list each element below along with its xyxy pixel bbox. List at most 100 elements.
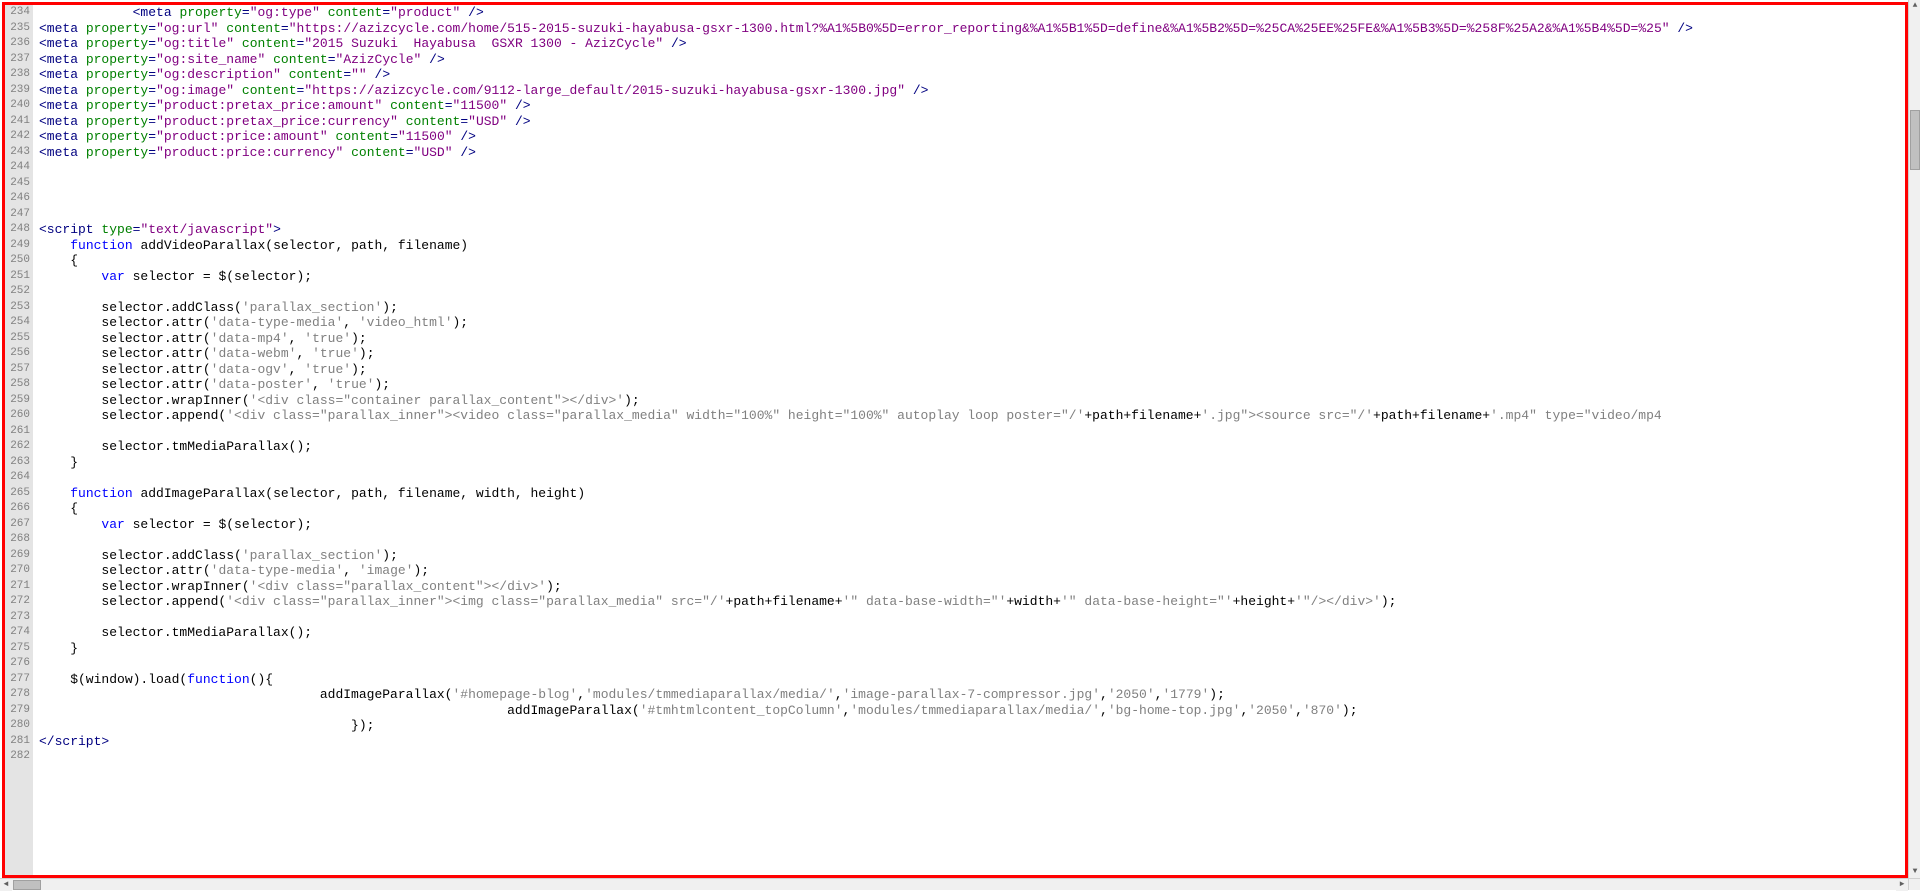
scroll-up-button[interactable]: ▲ (1909, 0, 1920, 12)
code-line[interactable]: { (39, 501, 1905, 517)
line-number: 234 (5, 5, 30, 21)
line-number: 272 (5, 594, 30, 610)
line-number: 253 (5, 300, 30, 316)
code-line[interactable]: function addImageParallax(selector, path… (39, 486, 1905, 502)
line-number: 261 (5, 424, 30, 440)
line-number: 258 (5, 377, 30, 393)
source-view: 2342352362372382392402412422432442452462… (2, 2, 1908, 878)
line-number: 281 (5, 734, 30, 750)
code-line[interactable]: <meta property="og:title" content="2015 … (39, 36, 1905, 52)
line-number: 273 (5, 610, 30, 626)
code-line[interactable]: <meta property="product:price:amount" co… (39, 129, 1905, 145)
line-number: 256 (5, 346, 30, 362)
code-line[interactable]: selector.attr('data-type-media', 'image'… (39, 563, 1905, 579)
line-number: 250 (5, 253, 30, 269)
code-line[interactable]: selector.attr('data-poster', 'true'); (39, 377, 1905, 393)
line-number: 244 (5, 160, 30, 176)
code-line[interactable] (39, 160, 1905, 176)
code-line[interactable]: <meta property="product:pretax_price:cur… (39, 114, 1905, 130)
code-line[interactable]: selector.wrapInner('<div class="containe… (39, 393, 1905, 409)
line-number: 235 (5, 21, 30, 37)
code-line[interactable]: } (39, 455, 1905, 471)
line-number: 247 (5, 207, 30, 223)
code-line[interactable]: selector.wrapInner('<div class="parallax… (39, 579, 1905, 595)
code-line[interactable] (39, 610, 1905, 626)
line-number: 236 (5, 36, 30, 52)
code-line[interactable] (39, 656, 1905, 672)
line-number: 251 (5, 269, 30, 285)
code-line[interactable]: selector.attr('data-mp4', 'true'); (39, 331, 1905, 347)
line-number: 266 (5, 501, 30, 517)
code-line[interactable]: selector.append('<div class="parallax_in… (39, 408, 1905, 424)
line-number: 246 (5, 191, 30, 207)
code-line[interactable]: <meta property="og:site_name" content="A… (39, 52, 1905, 68)
line-number: 280 (5, 718, 30, 734)
code-line[interactable]: selector.append('<div class="parallax_in… (39, 594, 1905, 610)
code-line[interactable] (39, 470, 1905, 486)
line-number: 239 (5, 83, 30, 99)
code-line[interactable]: <meta property="og:url" content="https:/… (39, 21, 1905, 37)
line-number-gutter: 2342352362372382392402412422432442452462… (5, 5, 33, 875)
line-number: 245 (5, 176, 30, 192)
code-line[interactable]: selector.addClass('parallax_section'); (39, 548, 1905, 564)
code-line[interactable]: }); (39, 718, 1905, 734)
line-number: 279 (5, 703, 30, 719)
code-line[interactable]: } (39, 641, 1905, 657)
code-line[interactable]: <meta property="og:description" content=… (39, 67, 1905, 83)
line-number: 270 (5, 563, 30, 579)
code-line[interactable]: addImageParallax('#tmhtmlcontent_topColu… (39, 703, 1905, 719)
code-line[interactable] (39, 424, 1905, 440)
code-line[interactable]: </script> (39, 734, 1905, 750)
code-line[interactable]: <script type="text/javascript"> (39, 222, 1905, 238)
scroll-right-button[interactable]: ► (1896, 879, 1908, 891)
line-number: 277 (5, 672, 30, 688)
horizontal-scrollbar[interactable]: ◄ ► (0, 878, 1908, 890)
code-line[interactable]: addImageParallax('#homepage-blog','modul… (39, 687, 1905, 703)
line-number: 260 (5, 408, 30, 424)
line-number: 274 (5, 625, 30, 641)
line-number: 269 (5, 548, 30, 564)
line-number: 282 (5, 749, 30, 765)
code-line[interactable] (39, 191, 1905, 207)
line-number: 264 (5, 470, 30, 486)
code-line[interactable]: <meta property="og:type" content="produc… (39, 5, 1905, 21)
code-line[interactable]: <meta property="product:price:currency" … (39, 145, 1905, 161)
line-number: 257 (5, 362, 30, 378)
line-number: 267 (5, 517, 30, 533)
code-line[interactable]: selector.attr('data-ogv', 'true'); (39, 362, 1905, 378)
source-code-area[interactable]: <meta property="og:type" content="produc… (33, 5, 1905, 875)
line-number: 242 (5, 129, 30, 145)
code-line[interactable]: var selector = $(selector); (39, 517, 1905, 533)
line-number: 262 (5, 439, 30, 455)
vertical-scrollbar[interactable]: ▲ ▼ (1908, 0, 1920, 878)
code-line[interactable] (39, 207, 1905, 223)
line-number: 259 (5, 393, 30, 409)
line-number: 241 (5, 114, 30, 130)
line-number: 248 (5, 222, 30, 238)
code-line[interactable]: var selector = $(selector); (39, 269, 1905, 285)
code-line[interactable]: selector.tmMediaParallax(); (39, 625, 1905, 641)
code-line[interactable]: { (39, 253, 1905, 269)
code-line[interactable] (39, 749, 1905, 765)
line-number: 252 (5, 284, 30, 300)
code-line[interactable]: <meta property="og:image" content="https… (39, 83, 1905, 99)
code-line[interactable]: selector.attr('data-webm', 'true'); (39, 346, 1905, 362)
code-line[interactable] (39, 176, 1905, 192)
line-number: 255 (5, 331, 30, 347)
line-number: 276 (5, 656, 30, 672)
code-line[interactable] (39, 284, 1905, 300)
line-number: 275 (5, 641, 30, 657)
code-line[interactable]: selector.addClass('parallax_section'); (39, 300, 1905, 316)
code-line[interactable]: <meta property="product:pretax_price:amo… (39, 98, 1905, 114)
line-number: 238 (5, 67, 30, 83)
vertical-scroll-thumb[interactable] (1910, 110, 1920, 170)
scroll-down-button[interactable]: ▼ (1909, 866, 1920, 878)
line-number: 243 (5, 145, 30, 161)
code-line[interactable]: selector.tmMediaParallax(); (39, 439, 1905, 455)
horizontal-scroll-thumb[interactable] (13, 880, 41, 890)
code-line[interactable] (39, 532, 1905, 548)
code-line[interactable]: selector.attr('data-type-media', 'video_… (39, 315, 1905, 331)
code-line[interactable]: $(window).load(function(){ (39, 672, 1905, 688)
code-line[interactable]: function addVideoParallax(selector, path… (39, 238, 1905, 254)
scroll-left-button[interactable]: ◄ (0, 879, 12, 891)
